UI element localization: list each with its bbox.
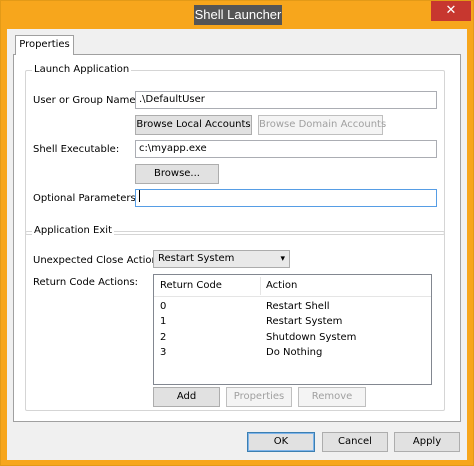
close-action-value: Restart System <box>158 253 235 264</box>
remove-button[interactable]: Remove <box>298 387 366 407</box>
dialog-client: Properties Launch Application User or Gr… <box>7 29 467 460</box>
shell-launcher-window: Shell Launcher ✕ Properties Launch Appli… <box>0 0 474 466</box>
optional-parameters-label: Optional Parameters: <box>33 193 140 204</box>
browse-local-accounts-button[interactable]: Browse Local Accounts <box>135 115 252 135</box>
action-cell: Restart Shell <box>266 301 330 312</box>
close-action-label: Unexpected Close Action: <box>33 255 162 266</box>
close-action-select[interactable]: Restart System ▾ <box>153 250 290 268</box>
table-row[interactable]: 2 Shutdown System <box>154 330 431 345</box>
properties-tab-page: Launch Application User or Group Name: .… <box>13 54 461 422</box>
return-codes-label: Return Code Actions: <box>33 277 139 288</box>
tab-properties[interactable]: Properties <box>15 35 74 55</box>
ok-button[interactable]: OK <box>247 432 315 452</box>
return-code-cell: 1 <box>160 316 167 327</box>
user-label: User or Group Name: <box>33 95 139 106</box>
chevron-down-icon: ▾ <box>280 254 285 264</box>
browse-button[interactable]: Browse... <box>135 164 219 184</box>
return-code-list[interactable]: Return Code Action 0 Restart Shell 1 Res… <box>153 274 432 385</box>
optional-parameters-input[interactable] <box>135 189 437 207</box>
column-header-action[interactable]: Action <box>260 275 432 297</box>
apply-button[interactable]: Apply <box>394 432 460 452</box>
user-input[interactable]: .\DefaultUser <box>135 91 437 109</box>
close-icon[interactable]: ✕ <box>431 1 471 21</box>
action-cell: Restart System <box>266 316 343 327</box>
title-bar: Shell Launcher ✕ <box>1 1 473 29</box>
action-cell: Shutdown System <box>266 332 357 343</box>
return-code-cell: 0 <box>160 301 167 312</box>
group-title-exit: Application Exit <box>32 225 114 237</box>
table-row[interactable]: 1 Restart System <box>154 314 431 329</box>
return-code-cell: 3 <box>160 347 167 358</box>
launch-application-group: Launch Application User or Group Name: .… <box>25 64 445 235</box>
text-caret <box>139 190 140 202</box>
shell-executable-input[interactable]: c:\myapp.exe <box>135 140 437 158</box>
group-title-launch: Launch Application <box>32 64 132 76</box>
action-cell: Do Nothing <box>266 347 323 358</box>
shell-executable-label: Shell Executable: <box>33 144 120 155</box>
add-button[interactable]: Add <box>153 387 220 407</box>
properties-button[interactable]: Properties <box>226 387 292 407</box>
list-header: Return Code Action <box>154 275 431 297</box>
column-header-return-code[interactable]: Return Code <box>154 275 260 297</box>
browse-domain-accounts-button[interactable]: Browse Domain Accounts <box>258 115 386 135</box>
table-row[interactable]: 0 Restart Shell <box>154 299 431 314</box>
return-code-cell: 2 <box>160 332 167 343</box>
cancel-button[interactable]: Cancel <box>322 432 388 452</box>
window-title: Shell Launcher <box>194 5 282 25</box>
application-exit-group: Application Exit Unexpected Close Action… <box>25 225 445 411</box>
table-row[interactable]: 3 Do Nothing <box>154 345 431 360</box>
